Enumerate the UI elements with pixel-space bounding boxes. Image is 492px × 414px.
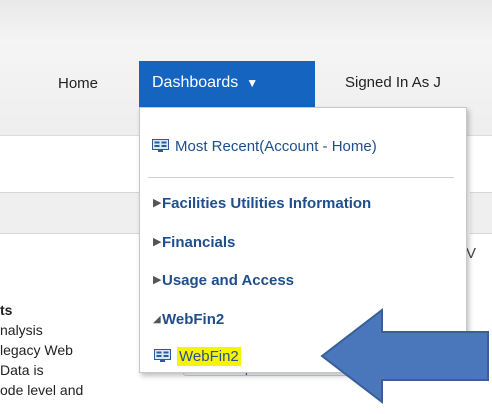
most-recent-label: Most Recent(Account - Home) [175, 138, 377, 155]
menu-item-facilities[interactable]: ▶ Facilities Utilities Information [153, 195, 372, 212]
left-line-5: ode level and [0, 382, 84, 398]
left-line-2: nalysis [0, 322, 43, 338]
signed-in-as[interactable]: Signed In As J [345, 74, 441, 91]
menu-item-label: Usage and Access [162, 272, 295, 289]
top-strip [0, 0, 492, 40]
menu-separator [148, 177, 454, 178]
menu-item-label: Facilities Utilities Information [162, 195, 372, 212]
left-line-1: ts [0, 302, 13, 318]
collapsed-triangle-icon: ▶ [153, 197, 162, 209]
home-link[interactable]: Home [58, 75, 98, 92]
left-line-4: Data is [0, 362, 44, 378]
submenu-item-label: WebFin2 [177, 347, 241, 366]
expanded-triangle-icon: ◢ [153, 314, 161, 325]
dashboard-icon [154, 349, 171, 362]
collapsed-triangle-icon: ▶ [153, 236, 162, 248]
left-panel-text: ts nalysis legacy Web Data is ode level … [0, 300, 150, 400]
menu-item-usage[interactable]: ▶ Usage and Access [153, 272, 295, 289]
sub-toolbar-right [470, 192, 492, 234]
signed-in-user: J [433, 74, 441, 91]
menu-item-webfin2[interactable]: ◢ WebFin2 [153, 311, 225, 328]
dropdown-arrow-icon: ▼ [246, 76, 259, 90]
sub-toolbar [0, 192, 150, 234]
menu-item-financials[interactable]: ▶ Financials [153, 234, 236, 251]
most-recent-item[interactable]: Most Recent(Account - Home) [152, 138, 377, 155]
collapsed-triangle-icon: ▶ [153, 274, 162, 286]
menu-item-label: WebFin2 [162, 311, 225, 328]
left-line-3: legacy Web [0, 342, 73, 358]
background-fragment: V [466, 245, 477, 262]
dashboards-label: Dashboards [152, 74, 239, 91]
signed-in-label: Signed In As [345, 74, 430, 91]
submenu-item-webfin2[interactable]: WebFin2 [154, 347, 241, 366]
menu-item-label: Financials [162, 234, 236, 251]
left-arrow-annotation-icon [320, 308, 489, 405]
dashboard-icon [152, 139, 169, 152]
dashboards-menu-button[interactable]: Dashboards ▼ [139, 61, 315, 107]
